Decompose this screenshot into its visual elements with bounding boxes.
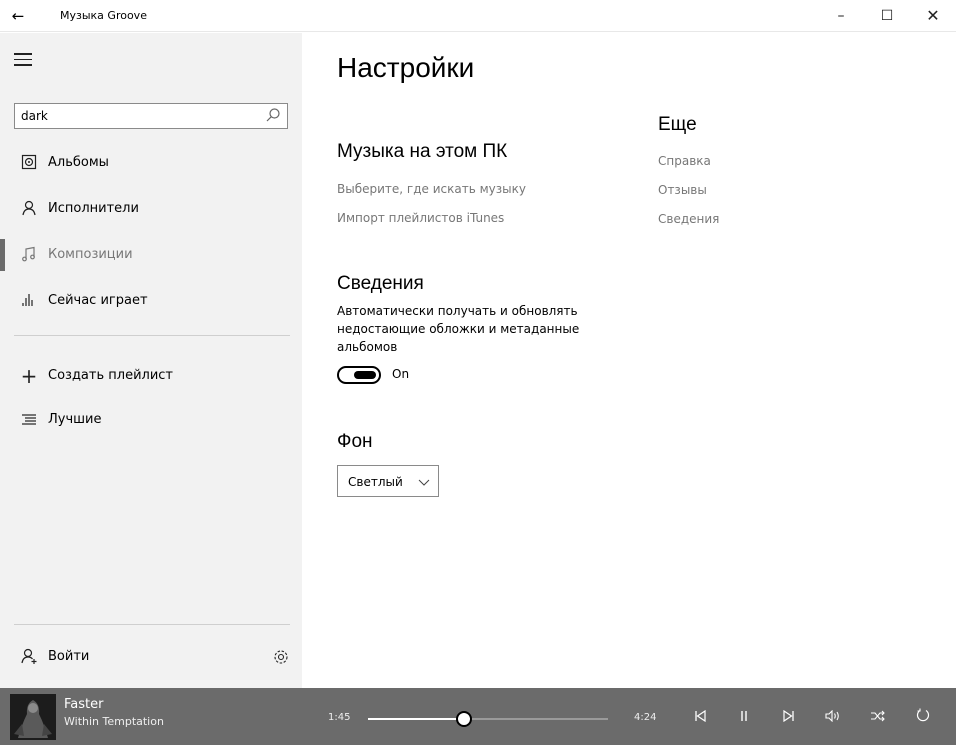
- player-bar: Faster Within Temptation 1:45 4:24: [0, 688, 956, 745]
- info-section-heading: Сведения: [337, 273, 424, 294]
- metadata-toggle[interactable]: [337, 366, 381, 384]
- plus-icon: +: [20, 364, 38, 388]
- sign-in-button[interactable]: Войти: [0, 638, 302, 676]
- sidebar-item-songs[interactable]: Композиции: [0, 236, 302, 274]
- window-title: Музыка Groove: [60, 9, 147, 22]
- equalizer-icon: [20, 292, 38, 310]
- selection-indicator: [0, 239, 5, 271]
- more-section-heading: Еще: [658, 114, 697, 135]
- sidebar-item-artists[interactable]: Исполнители: [0, 190, 302, 228]
- sidebar-item-now-playing[interactable]: Сейчас играет: [0, 282, 302, 320]
- sidebar-divider: [14, 624, 290, 625]
- create-playlist-label: Создать плейлист: [48, 368, 173, 383]
- sidebar-item-label: Сейчас играет: [48, 293, 148, 308]
- volume-icon[interactable]: [822, 707, 844, 729]
- sidebar-item-label: Альбомы: [48, 155, 109, 170]
- search-icon[interactable]: [265, 107, 281, 123]
- maximize-button[interactable]: ☐: [864, 0, 910, 32]
- minimize-button[interactable]: –: [818, 0, 864, 32]
- background-select-value: Светлый: [348, 475, 403, 489]
- shuffle-icon[interactable]: [867, 707, 889, 729]
- next-icon[interactable]: [778, 707, 800, 729]
- album-icon: [20, 154, 38, 172]
- sidebar-item-label: Композиции: [48, 247, 133, 262]
- back-arrow-icon[interactable]: ←: [6, 4, 30, 28]
- background-select[interactable]: Светлый: [337, 465, 439, 497]
- sidebar-item-label: Исполнители: [48, 201, 139, 216]
- hamburger-menu-icon[interactable]: [14, 53, 32, 67]
- previous-icon[interactable]: [689, 707, 711, 729]
- sidebar-item-albums[interactable]: Альбомы: [0, 144, 302, 182]
- duration-time: 4:24: [634, 712, 657, 723]
- toggle-state-label: On: [392, 367, 410, 381]
- playlist-icon: [20, 411, 38, 429]
- sidebar-divider: [14, 335, 290, 336]
- progress-fill: [368, 718, 464, 720]
- import-itunes-playlists-link[interactable]: Импорт плейлистов iTunes: [337, 211, 504, 225]
- album-art[interactable]: [10, 694, 56, 740]
- title-bar: ← Музыка Groove – ☐ ✕: [0, 0, 956, 32]
- elapsed-time: 1:45: [328, 712, 351, 723]
- gear-icon[interactable]: [272, 648, 290, 666]
- progress-slider[interactable]: [368, 711, 608, 727]
- create-playlist-button[interactable]: + Создать плейлист: [0, 357, 302, 395]
- artist-icon: [20, 200, 38, 218]
- repeat-icon[interactable]: [912, 707, 934, 729]
- track-artist[interactable]: Within Temptation: [64, 715, 164, 728]
- toggle-knob: [354, 371, 376, 379]
- feedback-link[interactable]: Отзывы: [658, 183, 707, 197]
- person-add-icon: [20, 648, 38, 666]
- background-section-heading: Фон: [337, 431, 373, 452]
- music-section-heading: Музыка на этом ПК: [337, 141, 508, 162]
- sidebar-item-playlist[interactable]: Лучшие: [0, 401, 302, 439]
- about-link[interactable]: Сведения: [658, 212, 719, 226]
- search-value[interactable]: dark: [21, 109, 48, 123]
- progress-thumb[interactable]: [455, 711, 472, 727]
- page-title: Настройки: [337, 52, 475, 83]
- sidebar-item-label: Лучшие: [48, 412, 102, 427]
- track-title[interactable]: Faster: [64, 697, 103, 712]
- info-description: Автоматически получать и обновлять недос…: [337, 304, 580, 354]
- music-note-icon: [20, 246, 38, 264]
- search-input[interactable]: dark: [14, 103, 288, 129]
- sidebar: dark Альбомы Исполнители Композиции Сейч…: [0, 33, 302, 688]
- chevron-down-icon: [418, 479, 430, 486]
- choose-music-folders-link[interactable]: Выберите, где искать музыку: [337, 182, 526, 196]
- close-button[interactable]: ✕: [910, 0, 956, 32]
- pause-icon[interactable]: [733, 707, 755, 729]
- sign-in-label: Войти: [48, 649, 90, 664]
- help-link[interactable]: Справка: [658, 154, 711, 168]
